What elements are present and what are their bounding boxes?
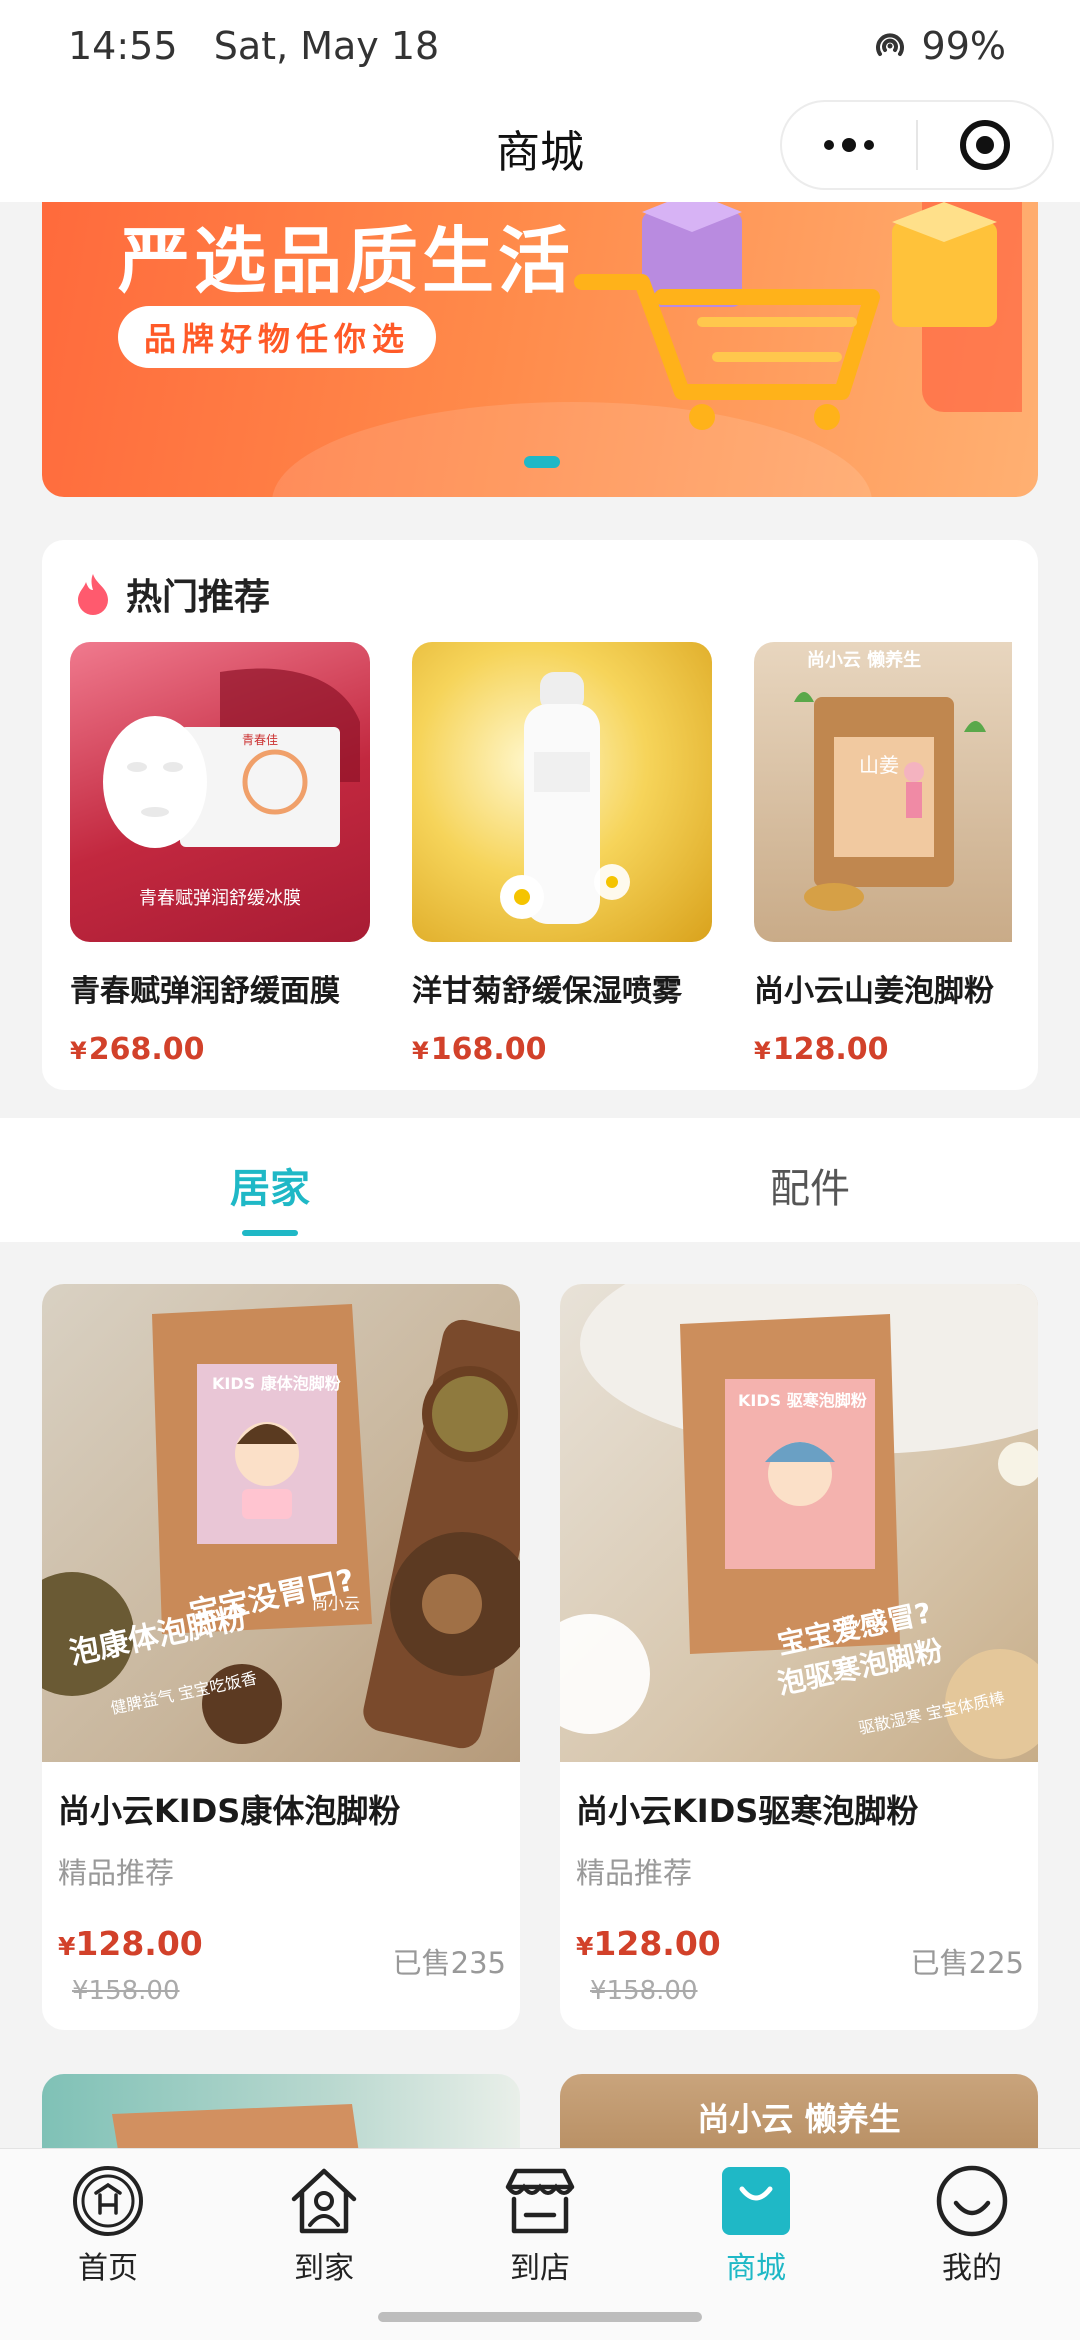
currency-symbol: ¥: [70, 1037, 87, 1065]
product-name: 尚小云KIDS驱寒泡脚粉: [576, 1792, 919, 1830]
spray-bottle-illustration: [500, 672, 630, 924]
tabbar-label: 到店: [510, 2251, 570, 2286]
tab-label: 配件: [770, 1166, 850, 1212]
target-icon: [960, 120, 1010, 170]
hot-title: 热门推荐: [126, 577, 271, 618]
flame-icon: [78, 574, 108, 615]
kids-foot-soak-illustration: KIDS 康体泡脚粉 尚小云 宝宝没胃口? 泡康体泡脚粉 健脾益气 宝宝吃饭香: [42, 1304, 520, 1749]
price-value: 128.00: [593, 1924, 721, 1963]
tab-home-goods[interactable]: 居家: [0, 1118, 540, 1242]
tab-accessories[interactable]: 配件: [540, 1118, 1080, 1242]
status-time: 14:55 Sat, May 18: [68, 24, 439, 68]
price-value: 128.00: [772, 1032, 889, 1067]
tabbar-item-delivery[interactable]: 到家: [264, 2163, 384, 2287]
image-caption: 青春赋弹润舒缓冰膜: [139, 888, 301, 909]
face-mask-illustration: 青春佳 青春赋弹润舒缓冰膜: [103, 668, 360, 909]
tabbar-item-home[interactable]: 首页: [48, 2163, 168, 2287]
banner-page-indicator[interactable]: [524, 456, 560, 468]
box-text: 青春佳: [242, 733, 278, 747]
clock: 14:55: [68, 24, 178, 68]
banner-subline: 品牌好物任你选: [118, 306, 437, 368]
hot-item-price: ¥128.00: [754, 1032, 1012, 1067]
pack-title: KIDS 驱寒泡脚粉: [738, 1391, 867, 1410]
product-tag: 精品推荐: [58, 1856, 175, 1890]
pack-label: 山姜: [859, 753, 899, 777]
sold-count: 已售225: [910, 1946, 1024, 1980]
currency-symbol: ¥: [754, 1037, 771, 1065]
tabbar-label: 到家: [294, 2251, 354, 2286]
home-indicator[interactable]: [378, 2312, 702, 2322]
product-tag: 精品推荐: [576, 1856, 693, 1890]
sold-count: 已售235: [392, 1946, 506, 1980]
banner-headline: 严选品质生活: [118, 219, 575, 303]
shopping-bag-icon: [722, 2167, 790, 2235]
promo-banner[interactable]: 严选品质生活 品牌好物任你选: [42, 202, 1038, 497]
price-value: 268.00: [88, 1032, 205, 1067]
store-icon: [505, 2168, 575, 2234]
kids-cold-soak-illustration: KIDS 驱寒泡脚粉 尚小云 宝宝爱感冒? 泡驱寒泡脚粉 驱散湿寒 宝宝体质棒: [560, 1284, 1038, 1759]
status-right: 99%: [872, 24, 1006, 68]
hot-item[interactable]: 洋甘菊舒缓保湿喷雾 ¥168.00: [412, 642, 712, 1067]
price-value: 128.00: [75, 1924, 203, 1963]
hot-recommend-section: 热门推荐 青春佳 青春赋弹润舒缓冰膜 青春赋弹润舒缓面膜 ¥268.00 洋甘菊…: [42, 540, 1038, 1090]
tabbar-item-me[interactable]: 我的: [912, 2163, 1032, 2287]
currency-symbol: ¥: [412, 1037, 429, 1065]
product-image: KIDS 康体泡脚粉 尚小云 宝宝没胃口? 泡康体泡脚粉 健脾益气 宝宝吃饭香: [42, 1284, 520, 1762]
currency-symbol: ¥: [576, 1932, 594, 1961]
product-card[interactable]: KIDS 驱寒泡脚粉 尚小云 宝宝爱感冒? 泡驱寒泡脚粉 驱散湿寒 宝宝体质棒 …: [560, 1284, 1038, 2030]
hot-header: 热门推荐: [74, 568, 270, 620]
hot-item-image: [412, 642, 712, 942]
category-tabs: 居家 配件: [0, 1118, 1080, 1242]
hot-item-image: 尚小云 懒养生 山姜: [754, 642, 1012, 942]
hot-item-name: 洋甘菊舒缓保湿喷雾: [412, 974, 682, 1009]
nav-bar: 商城: [0, 96, 1080, 202]
product-name: 尚小云KIDS康体泡脚粉: [58, 1792, 401, 1830]
home-logo-icon: [73, 2166, 143, 2236]
product-card[interactable]: KIDS 康体泡脚粉 尚小云 宝宝没胃口? 泡康体泡脚粉 健脾益气 宝宝吃饭香 …: [42, 1284, 520, 2030]
house-person-icon: [291, 2168, 357, 2234]
price-value: 168.00: [430, 1032, 547, 1067]
image-brand: 尚小云 懒养生: [807, 649, 921, 671]
product-price: ¥128.00: [58, 1924, 203, 1963]
more-dots-icon: [824, 138, 874, 152]
battery-level: 99%: [921, 24, 1006, 68]
close-miniprogram-button[interactable]: [918, 102, 1052, 188]
shopping-cart-illustration: [574, 202, 1022, 430]
product-price: ¥128.00: [576, 1924, 721, 1963]
smile-face-icon: [936, 2165, 1008, 2237]
tabbar-item-store[interactable]: 到店: [480, 2163, 600, 2287]
pack-title: KIDS 康体泡脚粉: [212, 1374, 341, 1393]
tabbar-label: 首页: [78, 2251, 138, 2286]
miniprogram-capsule: [780, 100, 1054, 190]
hot-item-price: ¥268.00: [70, 1032, 370, 1067]
tab-active-indicator: [242, 1230, 298, 1236]
original-price: ¥158.00: [72, 1976, 180, 2006]
tab-label: 居家: [230, 1166, 310, 1212]
tabbar-item-mall[interactable]: 商城: [696, 2163, 816, 2287]
partial-brand-text: 尚小云 懒养生: [697, 2100, 900, 2138]
hot-item-name: 青春赋弹润舒缓面膜: [70, 974, 340, 1009]
more-button[interactable]: [782, 102, 916, 188]
hot-item-price: ¥168.00: [412, 1032, 712, 1067]
hot-item[interactable]: 青春佳 青春赋弹润舒缓冰膜 青春赋弹润舒缓面膜 ¥268.00: [70, 642, 370, 1067]
ginger-pack-illustration: 尚小云 懒养生 山姜: [794, 649, 986, 911]
status-bar: 14:55 Sat, May 18 99%: [0, 0, 1080, 96]
tabbar-label: 我的: [942, 2251, 1002, 2286]
hot-item-image: 青春佳 青春赋弹润舒缓冰膜: [70, 642, 370, 942]
tabbar-label: 商城: [726, 2251, 786, 2286]
hot-item[interactable]: 尚小云 懒养生 山姜 尚小云山姜泡脚粉 ¥128.00: [754, 642, 1012, 1067]
date: Sat, May 18: [213, 24, 440, 68]
product-image: KIDS 驱寒泡脚粉 尚小云 宝宝爱感冒? 泡驱寒泡脚粉 驱散湿寒 宝宝体质棒: [560, 1284, 1038, 1762]
hot-item-name: 尚小云山姜泡脚粉: [754, 974, 994, 1009]
currency-symbol: ¥: [58, 1932, 76, 1961]
hotspot-icon: [875, 33, 904, 56]
original-price: ¥158.00: [590, 1976, 698, 2006]
